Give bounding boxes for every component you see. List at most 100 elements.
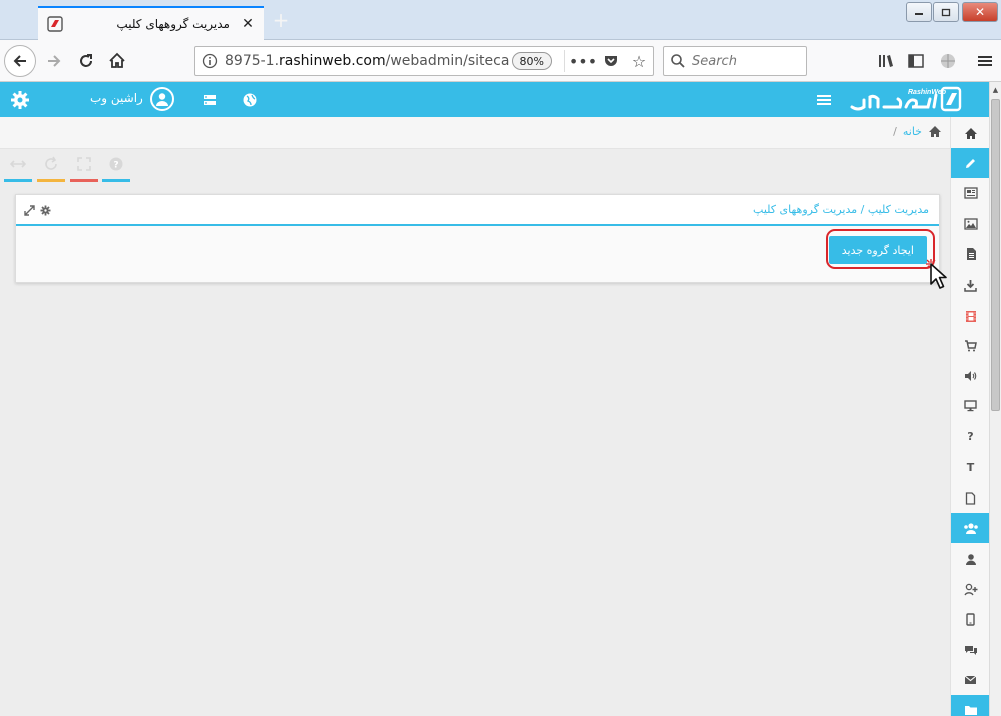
sidebar-item-downloads[interactable]: [951, 270, 990, 300]
server-button[interactable]: [200, 90, 220, 110]
arrow-right-icon: [48, 55, 61, 67]
hamburger-menu-icon: [978, 56, 992, 66]
cart-icon: [965, 340, 977, 352]
search-input[interactable]: [692, 53, 802, 69]
sidebar-item-audio[interactable]: [951, 361, 990, 391]
zoom-indicator[interactable]: 80%: [511, 52, 552, 70]
page-actions-icon[interactable]: •••: [569, 47, 597, 75]
url-host: rashinweb.com: [279, 53, 386, 69]
sidebar-item-add-user[interactable]: [951, 574, 990, 604]
home-button[interactable]: [101, 45, 133, 77]
sidebar-item-pages[interactable]: [951, 483, 990, 513]
hamburger-menu-icon: [817, 95, 831, 105]
window-minimize-button[interactable]: [906, 2, 932, 22]
new-tab-button[interactable]: +: [270, 10, 292, 32]
help-button[interactable]: ?: [102, 156, 130, 182]
collapse-width-button[interactable]: [4, 156, 32, 182]
tool-color-bar: [102, 179, 130, 182]
sidebar-item-display[interactable]: [951, 391, 990, 421]
app-header: راشین وب RashinWeb: [0, 82, 989, 117]
comments-icon: [964, 646, 977, 655]
site-info-icon[interactable]: [195, 53, 225, 69]
sidebar-item-text[interactable]: T: [951, 452, 990, 482]
sidebar-item-gallery[interactable]: [951, 209, 990, 239]
sidebar-item-comments[interactable]: [951, 635, 990, 665]
menu-toggle-button[interactable]: [814, 90, 834, 110]
sidebar-toggle-button[interactable]: [903, 48, 929, 74]
breadcrumb-home-link[interactable]: خانه: [903, 125, 922, 138]
scroll-up-arrow-icon[interactable]: ▲: [990, 83, 1001, 97]
menu-button[interactable]: [972, 48, 998, 74]
breadcrumb: خانه /: [0, 117, 950, 149]
sidebar-item-user-groups[interactable]: [951, 513, 990, 543]
reload-button[interactable]: [70, 45, 102, 77]
sidebar-item-articles[interactable]: [951, 239, 990, 269]
browser-nav-toolbar: 8975-1.rashinweb.com/webadmin/siteca 80%…: [0, 40, 1001, 82]
film-icon: [965, 310, 976, 322]
search-icon: [671, 54, 685, 68]
sidebar-item-messages[interactable]: [951, 665, 990, 695]
pocket-icon[interactable]: [597, 47, 625, 75]
window-close-button[interactable]: ✕: [962, 2, 998, 22]
library-icon: [879, 55, 893, 67]
rashinweb-logo[interactable]: RashinWeb: [848, 85, 964, 115]
minimize-icon: [915, 13, 923, 15]
bookmark-star-icon[interactable]: ☆: [625, 47, 653, 75]
svg-text:RashinWeb: RashinWeb: [908, 89, 947, 96]
clip-groups-panel: مدیریت کلیپ / مدیریت گروههای کلیپ ایجاد …: [15, 194, 940, 283]
panel-tools-row: ?: [0, 150, 950, 182]
url-bar[interactable]: 8975-1.rashinweb.com/webadmin/siteca 80%…: [194, 46, 654, 76]
folder-icon: [964, 706, 977, 715]
expand-icon: [77, 157, 91, 171]
pencil-icon: [966, 158, 975, 168]
sidebar-item-clips[interactable]: [951, 301, 990, 331]
url-prefix: 8975-1.: [225, 53, 280, 69]
breadcrumb-trail: خانه /: [893, 125, 942, 138]
sidebar-item-mobile[interactable]: [951, 604, 990, 634]
image-icon: [963, 218, 978, 230]
user-icon: [156, 93, 168, 106]
panel-expand-icon[interactable]: [22, 203, 36, 217]
user-avatar[interactable]: [150, 87, 174, 111]
browser-tab-strip: مدیریت گروههای کلیپ ✕ + ✕: [0, 0, 1001, 40]
forward-button[interactable]: [38, 45, 70, 77]
page-scrollbar[interactable]: ▲: [989, 82, 1001, 716]
fullscreen-button[interactable]: [70, 156, 98, 182]
sidebar-item-faq[interactable]: ?: [951, 421, 990, 451]
sidebar-item-files[interactable]: [951, 695, 990, 716]
tool-color-bar: [4, 179, 32, 182]
close-icon: ✕: [974, 5, 986, 19]
arrow-left-icon: [13, 55, 26, 67]
svg-text:?: ?: [113, 161, 118, 171]
sidebar-item-edit[interactable]: [951, 148, 990, 178]
sidebar-item-news[interactable]: [951, 178, 990, 208]
settings-button[interactable]: [10, 90, 30, 110]
back-button[interactable]: [4, 45, 36, 77]
sidebar-item-shop[interactable]: [951, 331, 990, 361]
tool-color-bar: [70, 179, 98, 182]
tab-close-icon[interactable]: ✕: [240, 16, 256, 32]
home-icon[interactable]: [928, 125, 942, 138]
extension-button[interactable]: [935, 48, 961, 74]
url-text[interactable]: 8975-1.rashinweb.com/webadmin/siteca: [225, 53, 512, 69]
tutorial-highlight-ring: [826, 229, 935, 269]
envelope-icon: [964, 675, 977, 684]
gear-icon: [11, 91, 29, 109]
page-icon: [965, 491, 976, 505]
browser-tab[interactable]: مدیریت گروههای کلیپ ✕: [38, 6, 264, 40]
mobile-icon: [966, 612, 975, 626]
sidebar-item-home[interactable]: [951, 118, 990, 148]
window-restore-button[interactable]: [933, 2, 959, 22]
username-label[interactable]: راشین وب: [90, 91, 143, 105]
search-bar[interactable]: [663, 46, 807, 76]
url-divider: [564, 50, 565, 72]
view-site-button[interactable]: [240, 90, 260, 110]
refresh-button[interactable]: [37, 156, 65, 182]
panel-settings-icon[interactable]: [38, 203, 52, 217]
globe-icon: [941, 54, 955, 68]
user-add-icon: [963, 583, 977, 595]
scrollbar-thumb[interactable]: [991, 99, 1000, 411]
server-icon: [204, 95, 216, 105]
library-button[interactable]: [873, 48, 899, 74]
sidebar-item-users[interactable]: [951, 544, 990, 574]
